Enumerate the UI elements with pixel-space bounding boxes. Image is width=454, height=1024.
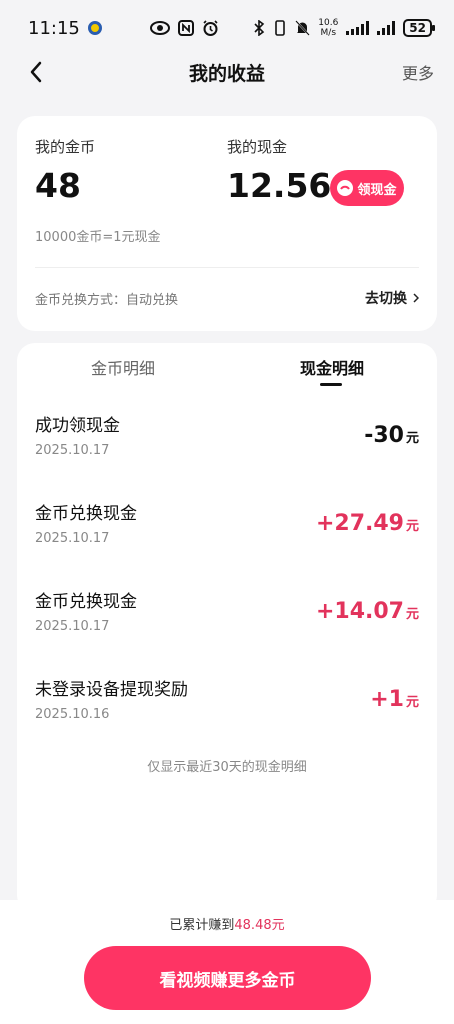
- record-date: 2025.10.17: [35, 531, 110, 546]
- earnings-summary-card: 我的金币 48 我的现金 12.56 领现金 10000金币=1元现金 金币兑换…: [17, 116, 437, 331]
- tab-coin-detail[interactable]: 金币明细: [91, 355, 155, 379]
- record-amount-unit: 元: [405, 519, 419, 534]
- battery-icon: 52: [403, 19, 435, 37]
- record-date: 2025.10.16: [35, 707, 110, 722]
- history-note: 仅显示最近30天的现金明细: [147, 760, 307, 775]
- bluetooth-icon: [254, 20, 265, 36]
- list-item: 金币兑换现金 2025.10.17 +27.49 元: [17, 499, 437, 587]
- status-time: 11:15: [28, 17, 80, 39]
- signal-2-icon: [377, 21, 396, 35]
- nfc-icon: [177, 20, 194, 36]
- eye-icon: [149, 21, 170, 35]
- list-item: 成功领现金 2025.10.17 -30 元: [17, 411, 437, 499]
- status-left: 11:15: [28, 18, 219, 39]
- tab-cash-detail[interactable]: 现金明细: [300, 355, 364, 379]
- record-date: 2025.10.17: [35, 619, 110, 634]
- status-icons: [149, 19, 219, 37]
- total-earned-amount: 48.48元: [234, 918, 285, 933]
- record-amount-unit: 元: [405, 431, 419, 446]
- record-amount-unit: 元: [405, 607, 419, 622]
- record-amount-unit: 元: [405, 695, 419, 710]
- speed-value: 10.6: [318, 18, 339, 28]
- network-speed: 10.6 M/s: [318, 18, 338, 38]
- record-title: 成功领现金: [35, 416, 120, 436]
- total-earned: 已累计赚到48.48元: [0, 914, 454, 933]
- status-right: 10.6 M/s 52: [253, 18, 435, 38]
- chevron-right-icon: [413, 293, 419, 303]
- chevron-left-icon: [30, 61, 42, 83]
- record-amount-value: +14.07: [315, 599, 404, 624]
- more-button[interactable]: 更多: [402, 60, 434, 84]
- mute-icon: [295, 20, 310, 36]
- detail-tabs: 金币明细 现金明细: [17, 343, 437, 393]
- switch-method-button[interactable]: 去切换: [365, 288, 419, 308]
- signal-icon: [346, 21, 370, 35]
- bottom-bar: 已累计赚到48.48元 看视频赚更多金币: [0, 900, 454, 1024]
- record-amount: +27.49 元: [316, 511, 419, 536]
- total-earned-prefix: 已累计赚到: [169, 918, 235, 933]
- record-amount-value: +1: [370, 687, 404, 712]
- record-amount: +1 元: [370, 687, 419, 712]
- watch-video-button[interactable]: 看视频赚更多金币: [84, 946, 371, 1010]
- record-amount-value: -30: [364, 423, 404, 448]
- list-item: 未登录设备提现奖励 2025.10.16 +1 元: [17, 675, 437, 763]
- app-notification-icon: [87, 21, 102, 35]
- record-title: 金币兑换现金: [35, 504, 137, 524]
- switch-method-label: 去切换: [365, 291, 407, 307]
- record-amount: -30 元: [364, 423, 419, 448]
- record-title: 金币兑换现金: [35, 592, 137, 612]
- exchange-method: 金币兑换方式：自动兑换: [35, 293, 179, 308]
- active-tab-indicator: [320, 383, 342, 386]
- speed-unit: M/s: [320, 28, 337, 38]
- record-amount-value: +27.49: [315, 511, 404, 536]
- coins-label: 我的金币: [35, 138, 96, 156]
- cash-label: 我的现金: [227, 138, 288, 156]
- vibrate-icon: [275, 20, 286, 36]
- record-amount: +14.07 元: [316, 599, 419, 624]
- claim-cash-label: 领现金: [357, 182, 397, 198]
- cash-value: 12.56: [227, 166, 332, 205]
- wallet-icon: [337, 180, 354, 196]
- exchange-rate: 10000金币=1元现金: [35, 230, 161, 245]
- alarm-icon: [203, 19, 218, 36]
- nav-bar: 我的收益 更多: [0, 44, 454, 100]
- page-title: 我的收益: [188, 62, 265, 85]
- record-date: 2025.10.17: [35, 443, 110, 458]
- record-title: 未登录设备提现奖励: [35, 680, 188, 700]
- divider: [35, 267, 419, 268]
- detail-card: 金币明细 现金明细 成功领现金 2025.10.17 -30 元 金币兑换现金 2…: [17, 343, 437, 913]
- claim-cash-button[interactable]: 领现金: [330, 170, 404, 206]
- list-item: 金币兑换现金 2025.10.17 +14.07 元: [17, 587, 437, 675]
- back-button[interactable]: [22, 58, 50, 86]
- coins-value: 48: [35, 166, 81, 205]
